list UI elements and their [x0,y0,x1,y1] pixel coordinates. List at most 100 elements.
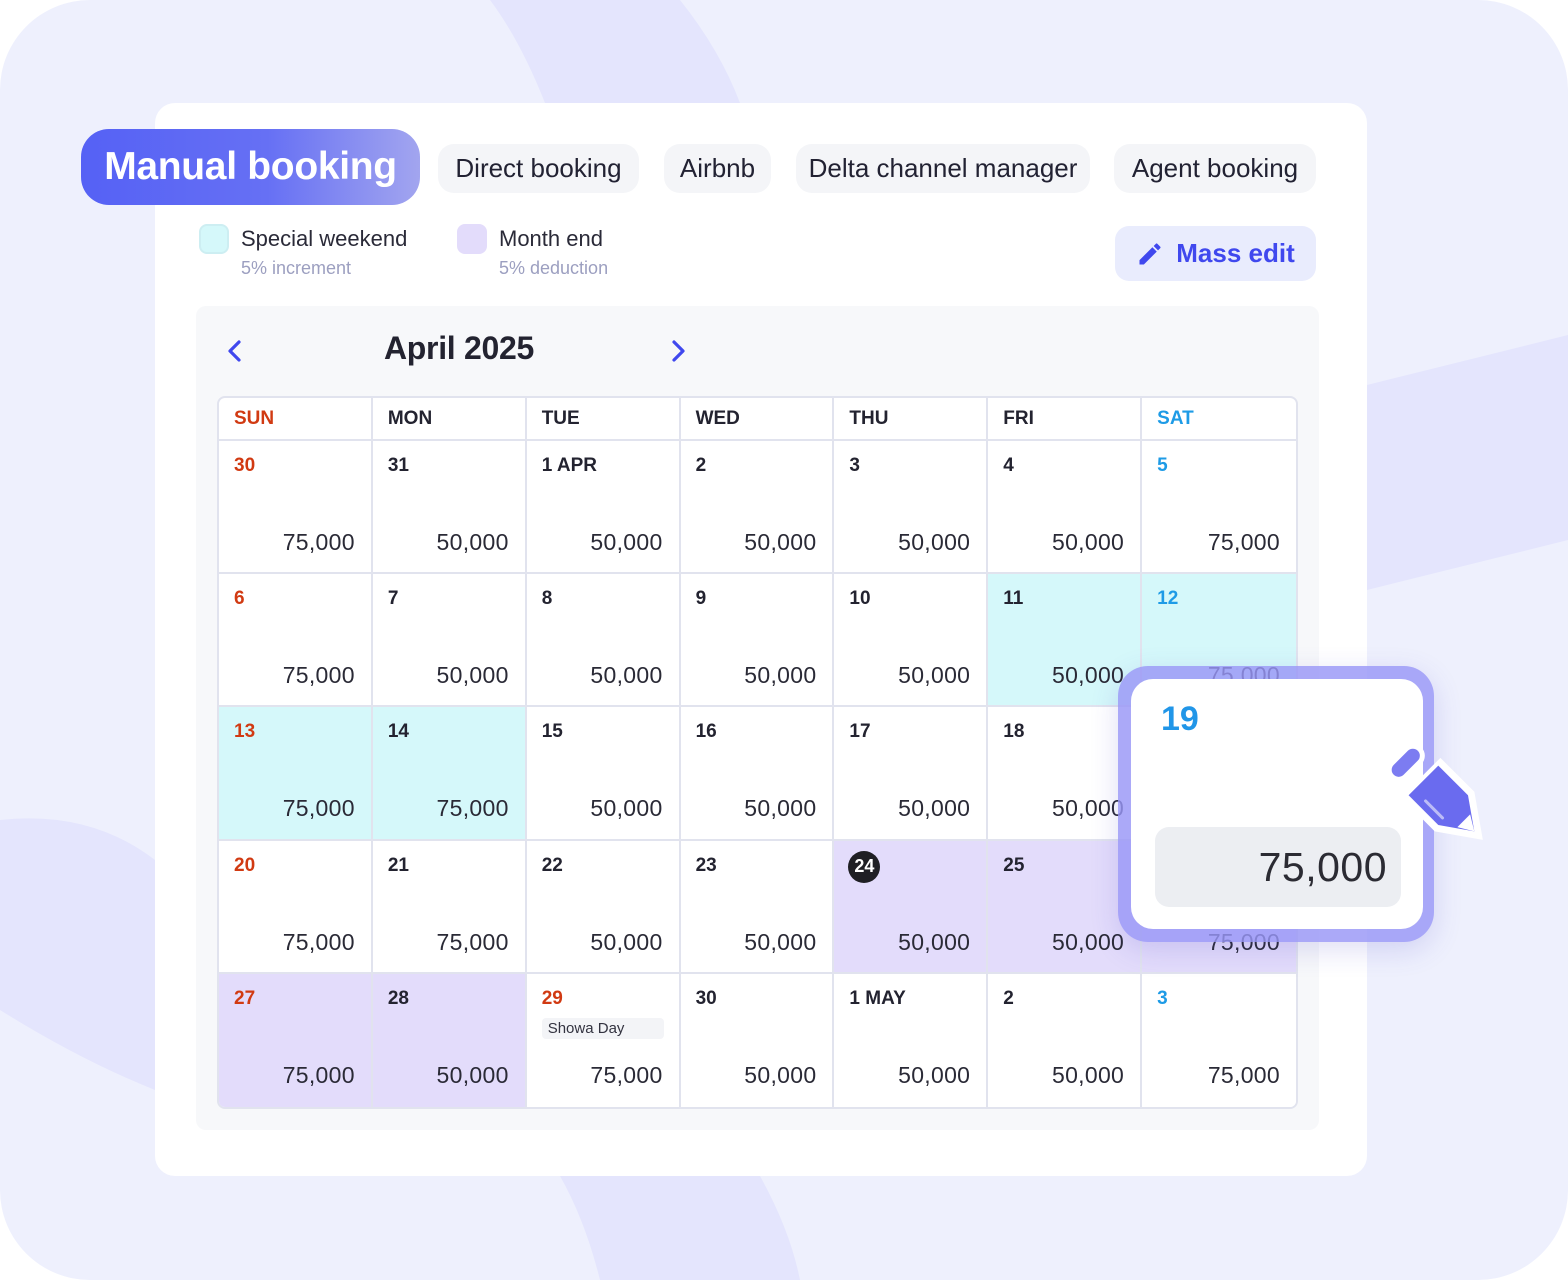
calendar-day-cell[interactable]: 10 50,000 [834,574,989,708]
day-price: 50,000 [898,928,971,955]
day-number: 1 APR [541,455,597,476]
calendar-day-cell[interactable]: 27 75,000 [219,973,373,1107]
day-price: 75,000 [282,662,355,689]
day-price: 50,000 [898,662,971,689]
calendar-day-cell[interactable]: 1 APR 50,000 [526,441,681,575]
day-number: 13 [234,721,256,743]
weekday-header-fri: FRI [988,398,1143,441]
app-frame: Manual booking Direct booking Airbnb Del… [0,0,1568,1280]
day-number: 5 [1157,455,1168,476]
calendar-day-cell[interactable]: 6 75,000 [219,574,373,708]
edit-pencil-icon [1386,743,1483,840]
legend-label-special-weekend: Special weekend [241,226,408,251]
day-price: 50,000 [1051,928,1125,955]
calendar-day-cell[interactable]: 1 MAY 50,000 [834,973,989,1107]
day-price: 50,000 [590,795,663,822]
day-number: 4 [1003,455,1014,476]
calendar-day-cell[interactable]: 9 50,000 [680,574,835,708]
day-number: 9 [695,588,707,610]
day-number: 20 [234,854,256,876]
day-price: 75,000 [1207,529,1280,555]
day-number: 1 MAY [849,987,906,1009]
day-number: 16 [695,721,717,743]
calendar-day-cell[interactable]: 16 50,000 [680,707,835,841]
calendar-day-cell[interactable]: 23 50,000 [680,840,835,974]
tab-airbnb[interactable]: Airbnb [664,144,771,193]
weekday-header-mon: MON [372,398,527,441]
calendar-day-cell[interactable]: 31 50,000 [372,441,527,575]
calendar-day-cell[interactable]: 14 75,000 [372,707,527,841]
day-price: 50,000 [1051,529,1125,555]
prev-month-chevron-icon[interactable] [220,336,250,366]
weekday-header-wed: WED [680,398,835,441]
day-number: 14 [387,721,409,743]
calendar-day-cell[interactable]: 20 75,000 [219,840,373,974]
calendar-day-cell[interactable]: 24 50,000 [834,840,989,974]
mass-edit-button[interactable]: Mass edit [1115,226,1316,281]
day-number: 10 [849,588,871,610]
holiday-badge: Showa Day [541,1017,664,1039]
day-number: 2 [1003,987,1014,1009]
day-price: 50,000 [590,662,663,689]
day-price: 50,000 [436,1061,509,1088]
day-price: 50,000 [744,529,817,555]
legend-swatch-month-end [457,224,487,254]
calendar-day-cell[interactable]: 2 50,000 [680,441,835,575]
day-number: 29 [541,987,563,1009]
calendar-day-cell[interactable]: 22 50,000 [526,840,681,974]
calendar-day-cell[interactable]: 30 75,000 [219,441,373,575]
pencil-icon [1139,242,1161,264]
legend-swatch-special-weekend [199,224,229,254]
tab-agent-booking[interactable]: Agent booking [1114,144,1316,193]
calendar-day-cell[interactable]: 3 75,000 [1142,973,1296,1107]
day-price: 75,000 [282,1061,355,1088]
month-title: April 2025 [384,330,534,366]
day-price: 50,000 [898,795,971,822]
calendar-day-cell[interactable]: 2 50,000 [988,973,1143,1107]
day-number: 21 [387,854,409,876]
day-number: 30 [234,455,256,476]
tab-manual-booking[interactable]: Manual booking [81,129,420,205]
weekday-header-sat: SAT [1142,398,1296,441]
day-number: 3 [1157,987,1168,1009]
legend-label-month-end: Month end [499,226,603,251]
day-number: 8 [541,588,553,610]
calendar-day-cell[interactable]: 30 50,000 [680,973,835,1107]
mass-edit-label: Mass edit [1176,238,1295,268]
day-number: 3 [849,455,860,476]
weekday-header-sun: SUN [219,398,373,441]
calendar-day-cell[interactable]: 3 50,000 [834,441,989,575]
calendar-day-cell[interactable]: 7 50,000 [372,574,527,708]
day-price: 75,000 [436,795,509,822]
next-month-chevron-icon[interactable] [663,336,693,366]
tab-delta-channel-manager[interactable]: Delta channel manager [796,144,1090,193]
day-number: 25 [1003,854,1025,876]
calendar-day-cell[interactable]: 15 50,000 [526,707,681,841]
calendar-day-cell[interactable]: 28 50,000 [372,973,527,1107]
day-price: 50,000 [1051,1061,1125,1088]
day-price: 75,000 [282,795,355,822]
weekday-header-tue: TUE [526,398,681,441]
day-number: 22 [541,854,563,876]
day-price: 50,000 [898,1061,971,1088]
day-number: 17 [849,721,871,743]
day-price: 50,000 [1051,795,1125,822]
popup-price-input[interactable]: 75,000 [1155,827,1401,907]
day-number: 28 [387,987,409,1009]
calendar-day-cell[interactable]: 13 75,000 [219,707,373,841]
calendar-day-cell[interactable]: 17 50,000 [834,707,989,841]
day-price: 50,000 [744,928,817,955]
day-number: 30 [695,987,717,1009]
day-price: 75,000 [436,928,509,955]
calendar-day-cell[interactable]: 5 75,000 [1142,441,1296,575]
calendar-day-cell[interactable]: 21 75,000 [372,840,527,974]
day-price: 50,000 [1051,662,1125,689]
day-number: 11 [1003,588,1024,610]
calendar-day-cell[interactable]: 4 50,000 [988,441,1143,575]
calendar-day-cell[interactable]: 8 50,000 [526,574,681,708]
tab-direct-booking[interactable]: Direct booking [438,144,639,193]
day-number: 15 [541,721,563,743]
day-price: 50,000 [744,662,817,689]
day-price: 50,000 [898,529,971,555]
calendar-day-cell[interactable]: 29 Showa Day 75,000 [526,973,681,1107]
